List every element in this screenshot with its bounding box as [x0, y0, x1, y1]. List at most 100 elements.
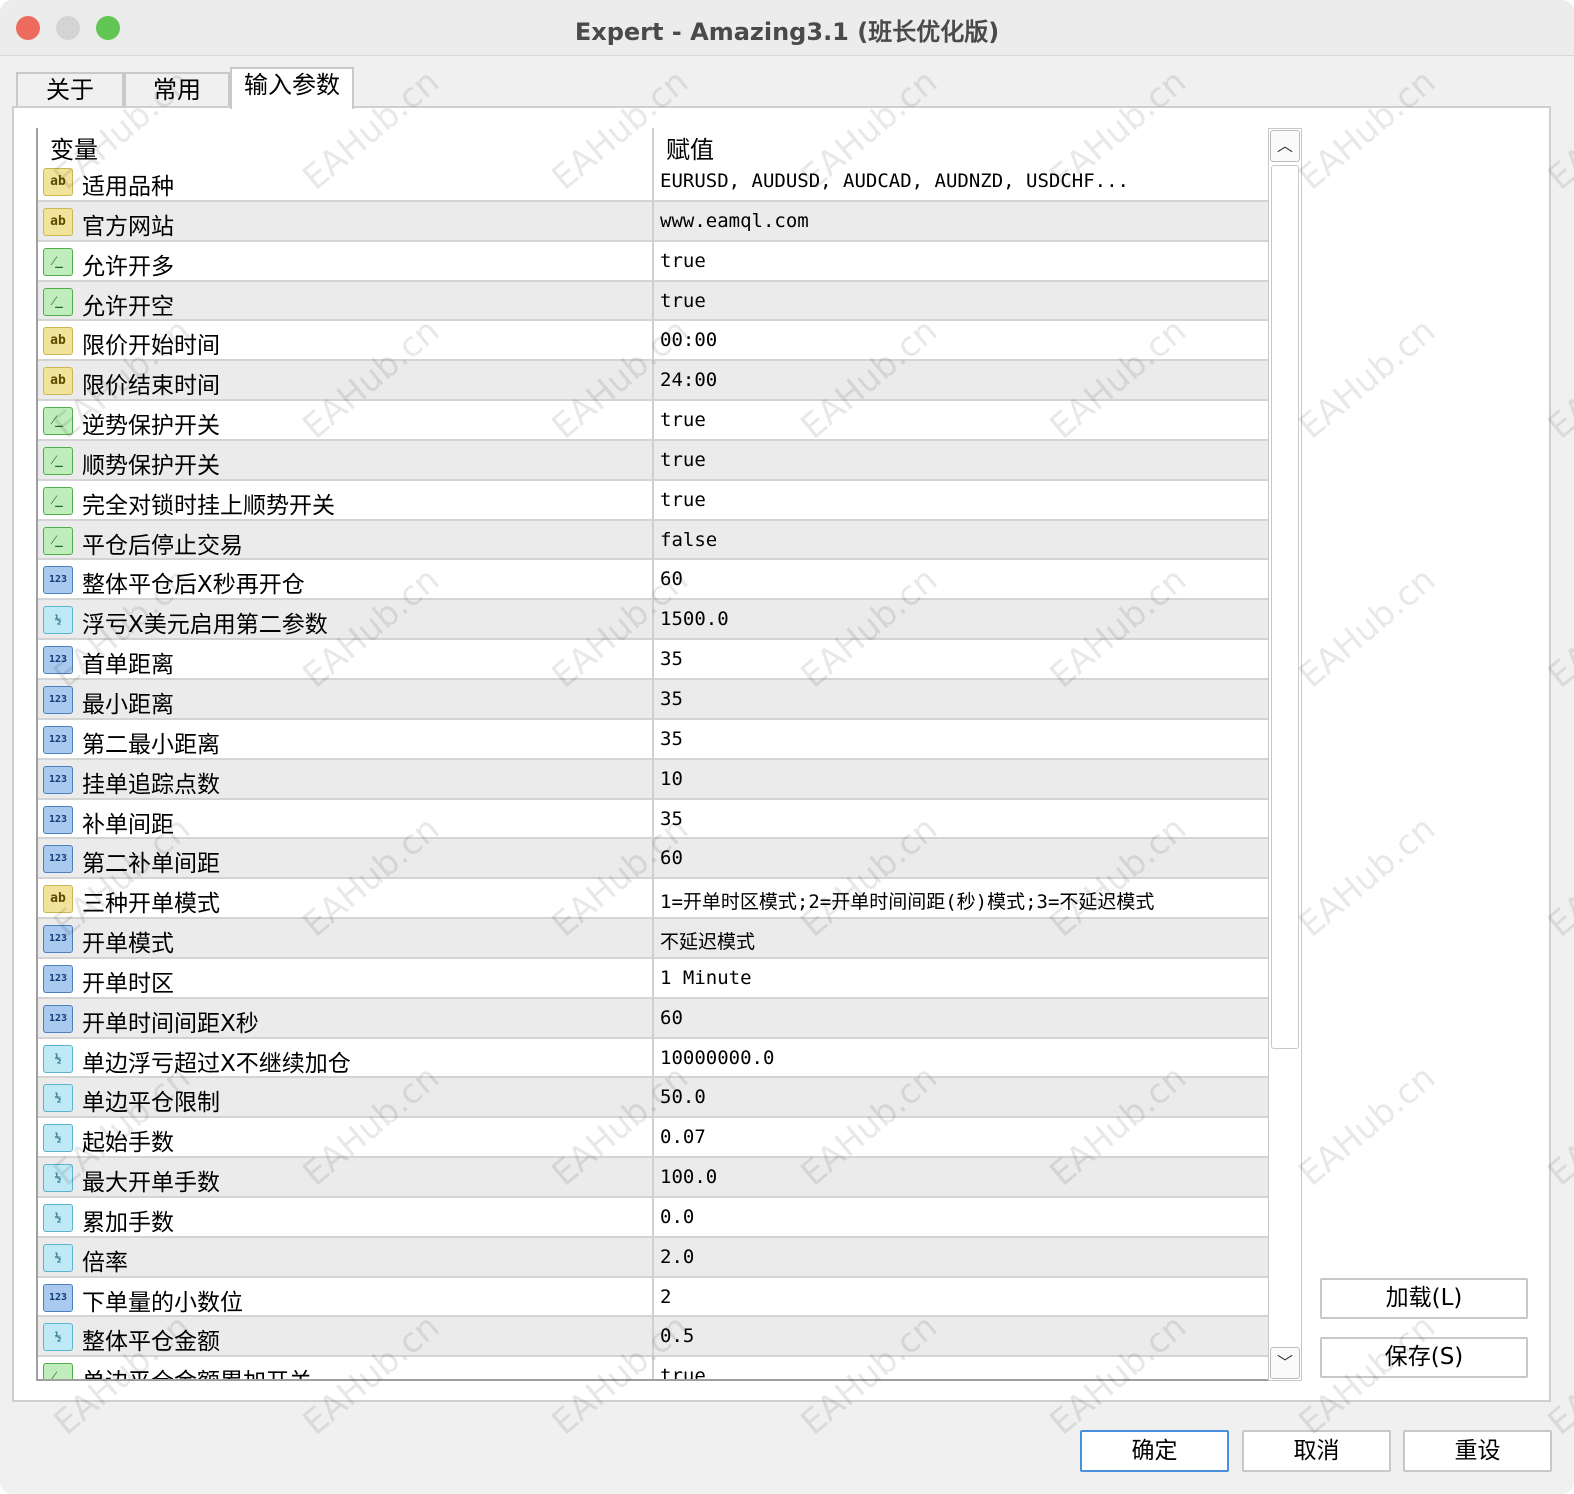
param-value[interactable]: 不延迟模式 [660, 927, 755, 954]
bool-type-icon: ⁄_ [43, 526, 73, 555]
bool-type-icon: ⁄_ [43, 1363, 73, 1379]
param-name: 顺势保护开关 [82, 452, 220, 479]
load-button[interactable]: 加载(L) [1320, 1278, 1528, 1319]
param-name: 第二最小距离 [82, 731, 220, 758]
param-value[interactable]: 0.07 [660, 1126, 706, 1148]
param-value[interactable]: true [660, 1365, 706, 1379]
cancel-button[interactable]: 取消 [1242, 1430, 1391, 1472]
tab-common[interactable]: 常用 [124, 72, 230, 108]
parameters-table: 变量 赋值 ab 适用品种 EURUSD, AUDUSD, AUDCAD, AUDN… [36, 128, 1268, 1381]
param-value[interactable]: true [660, 250, 706, 272]
param-value[interactable]: 24:00 [660, 369, 717, 391]
param-name: 开单时间间距X秒 [82, 1010, 259, 1037]
ab-type-icon: ab [43, 207, 73, 236]
save-button[interactable]: 保存(S) [1320, 1337, 1528, 1378]
bool-type-icon: ⁄_ [43, 247, 73, 276]
ok-button[interactable]: 确定 [1080, 1430, 1229, 1472]
int-type-icon: 123 [43, 1283, 73, 1312]
param-name: 挂单追踪点数 [82, 771, 220, 798]
param-value[interactable]: 00:00 [660, 329, 717, 351]
param-name: 开单模式 [82, 931, 174, 958]
bool-type-icon: ⁄_ [43, 287, 73, 316]
param-value[interactable]: 35 [660, 648, 683, 670]
param-name: 最大开单手数 [82, 1170, 220, 1197]
param-name: 适用品种 [82, 174, 174, 200]
param-value[interactable]: 60 [660, 847, 683, 869]
int-type-icon: 123 [43, 725, 73, 754]
reset-button[interactable]: 重设 [1403, 1430, 1552, 1472]
param-name: 倍率 [82, 1249, 128, 1276]
param-value[interactable]: true [660, 489, 706, 511]
param-name: 首单距离 [82, 652, 174, 679]
param-name: 浮亏X美元启用第二参数 [82, 612, 328, 639]
param-value[interactable]: 35 [660, 808, 683, 830]
param-value[interactable]: www.eamql.com [660, 210, 809, 232]
param-value[interactable]: 50.0 [660, 1086, 706, 1108]
int-type-icon: 123 [43, 805, 73, 834]
dbl-type-icon: ½ [43, 1203, 73, 1232]
vertical-scrollbar[interactable]: ︿ ﹀ [1268, 128, 1302, 1381]
int-type-icon: 123 [43, 566, 73, 595]
expert-dialog: Expert - Amazing3.1 (班长优化版) 关于 常用 输入参数 变… [0, 0, 1574, 1494]
scroll-down-icon[interactable]: ﹀ [1270, 1347, 1300, 1379]
param-name: 单边浮亏超过X不继续加仓 [82, 1050, 351, 1077]
param-value[interactable]: 2.0 [660, 1246, 694, 1268]
dbl-type-icon: ½ [43, 1164, 73, 1193]
int-type-icon: 123 [43, 845, 73, 874]
param-name: 整体平仓金额 [82, 1329, 220, 1356]
param-name: 完全对锁时挂上顺势开关 [82, 492, 335, 519]
param-name: 允许开空 [82, 293, 174, 320]
param-name: 平仓后停止交易 [82, 532, 243, 559]
bool-type-icon: ⁄_ [43, 446, 73, 475]
param-name: 累加手数 [82, 1209, 174, 1236]
param-name: 单边平仓金额累加开关 [82, 1362, 312, 1379]
title-bar: Expert - Amazing3.1 (班长优化版) [0, 0, 1574, 56]
param-name: 整体平仓后X秒再开仓 [82, 572, 305, 599]
tab-inputs[interactable]: 输入参数 [230, 67, 354, 109]
param-name: 补单间距 [82, 811, 174, 838]
scroll-thumb[interactable] [1271, 165, 1299, 1049]
tab-about[interactable]: 关于 [16, 72, 124, 108]
header-value[interactable]: 赋值 [666, 130, 714, 165]
param-value[interactable]: 35 [660, 688, 683, 710]
param-value[interactable]: 1500.0 [660, 608, 729, 630]
param-name: 官方网站 [82, 213, 174, 240]
ab-type-icon: ab [43, 168, 73, 196]
param-value[interactable]: 60 [660, 1007, 683, 1029]
window-title: Expert - Amazing3.1 (班长优化版) [574, 18, 1000, 46]
param-value[interactable]: 1 Minute [660, 967, 752, 989]
param-value[interactable]: true [660, 449, 706, 471]
bool-type-icon: ⁄_ [43, 486, 73, 515]
param-value[interactable]: false [660, 529, 717, 551]
param-value[interactable]: true [660, 409, 706, 431]
param-name: 最小距离 [82, 691, 174, 718]
column-divider[interactable] [652, 128, 654, 1379]
param-value[interactable]: 0.0 [660, 1206, 694, 1228]
dbl-type-icon: ½ [43, 1044, 73, 1073]
header-variable[interactable]: 变量 [50, 130, 98, 165]
param-value[interactable]: true [660, 290, 706, 312]
param-name: 单边平仓限制 [82, 1090, 220, 1117]
param-value[interactable]: 2 [660, 1286, 671, 1308]
int-type-icon: 123 [43, 1004, 73, 1033]
param-value[interactable]: EURUSD, AUDUSD, AUDCAD, AUDNZD, USDCHF..… [660, 170, 1129, 192]
param-value[interactable]: 60 [660, 568, 683, 590]
param-value[interactable]: 1=开单时区模式;2=开单时间间距(秒)模式;3=不延迟模式 [660, 887, 1154, 914]
param-value[interactable]: 10 [660, 768, 683, 790]
param-value[interactable]: 100.0 [660, 1166, 717, 1188]
dbl-type-icon: ½ [43, 1084, 73, 1113]
dbl-type-icon: ½ [43, 1124, 73, 1153]
dbl-type-icon: ½ [43, 606, 73, 635]
param-name: 三种开单模式 [82, 891, 220, 918]
param-value[interactable]: 10000000.0 [660, 1047, 774, 1069]
param-name: 第二补单间距 [82, 851, 220, 878]
int-type-icon: 123 [43, 646, 73, 675]
param-value[interactable]: 0.5 [660, 1325, 694, 1347]
param-name: 起始手数 [82, 1130, 174, 1157]
int-type-icon: 123 [43, 765, 73, 794]
param-value[interactable]: 35 [660, 728, 683, 750]
int-type-icon: 123 [43, 925, 73, 954]
param-name: 允许开多 [82, 253, 174, 280]
dbl-type-icon: ½ [43, 1243, 73, 1272]
scroll-up-icon[interactable]: ︿ [1270, 130, 1300, 162]
